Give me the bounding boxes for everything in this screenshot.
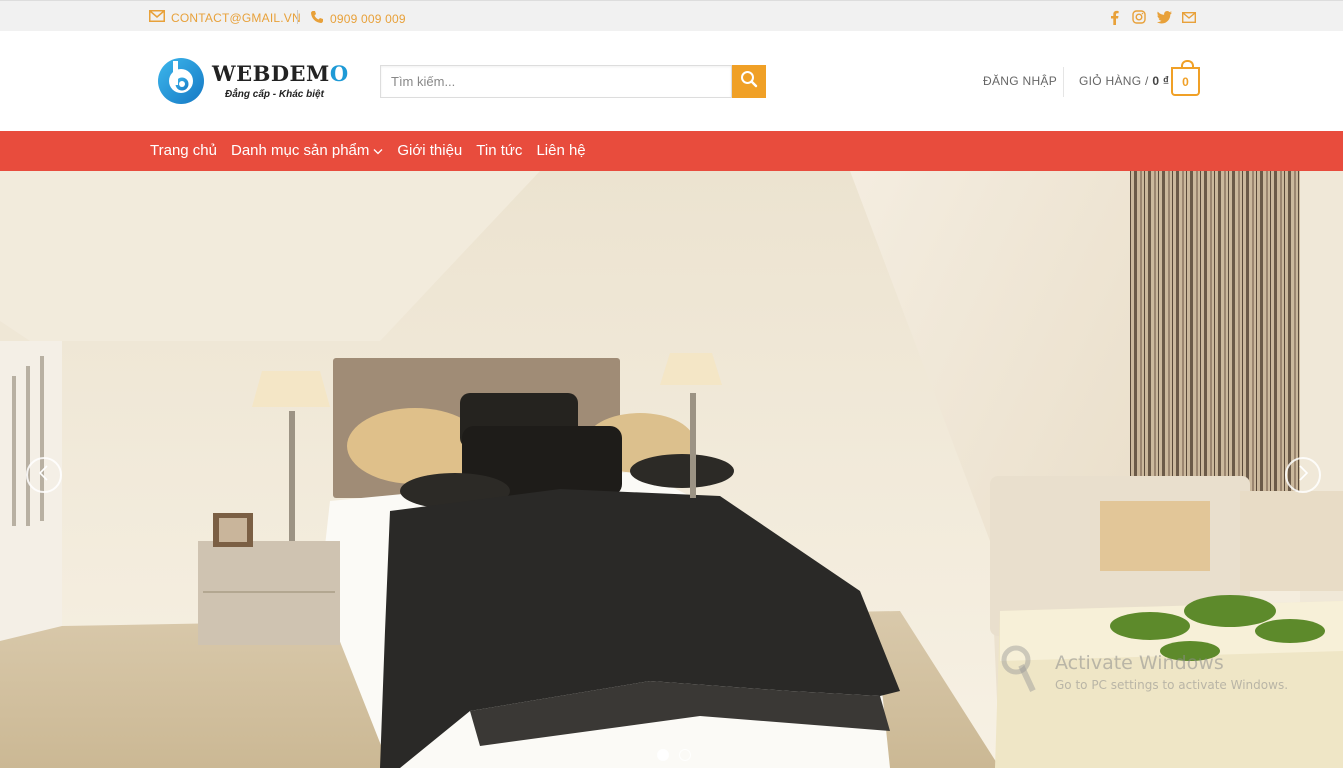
hero-slider: Activate Windows Go to PC settings to ac… xyxy=(0,171,1343,768)
main-nav: Trang chủ Danh mục sản phẩm Giới thiệu T… xyxy=(0,131,1343,171)
slider-next-button[interactable] xyxy=(1285,457,1321,493)
logo-wordmark: WEBDEMO xyxy=(212,61,349,86)
search-input[interactable] xyxy=(380,65,732,98)
social-links xyxy=(1106,9,1197,25)
chevron-right-icon xyxy=(1297,464,1309,486)
windows-activation-watermark: Activate Windows Go to PC settings to ac… xyxy=(1000,644,1330,704)
chevron-left-icon xyxy=(38,464,50,486)
watermark-subtitle: Go to PC settings to activate Windows. xyxy=(1055,678,1289,692)
top-bar: CONTACT@GMAIL.VN 0909 009 009 xyxy=(0,0,1343,31)
slider-prev-button[interactable] xyxy=(26,457,62,493)
cart-total: 0 ₫ xyxy=(1152,74,1170,88)
slider-dot-2[interactable] xyxy=(679,749,691,761)
mail-icon[interactable] xyxy=(1181,9,1197,25)
facebook-icon[interactable] xyxy=(1106,9,1122,25)
chevron-down-icon xyxy=(373,142,383,159)
phone-icon xyxy=(310,10,324,27)
nav-item-news[interactable]: Tin tức xyxy=(476,142,522,159)
search-form xyxy=(380,65,766,98)
site-header: WEBDEMO Đẳng cấp - Khác biệt ĐĂNG NHẬP G… xyxy=(0,31,1343,131)
nav-item-about[interactable]: Giới thiệu xyxy=(397,142,462,159)
nav-item-categories[interactable]: Danh mục sản phẩm xyxy=(231,142,383,159)
slider-dot-1[interactable] xyxy=(657,749,669,761)
cart-count-badge[interactable]: 0 xyxy=(1171,60,1200,96)
logo-b-icon xyxy=(156,55,206,105)
header-divider xyxy=(1063,67,1064,97)
key-icon xyxy=(1000,644,1048,699)
envelope-icon xyxy=(149,10,165,25)
instagram-icon[interactable] xyxy=(1131,9,1147,25)
nav-item-contact[interactable]: Liên hệ xyxy=(536,142,585,159)
watermark-title: Activate Windows xyxy=(1055,652,1224,674)
contact-email-text: CONTACT@GMAIL.VN xyxy=(171,10,301,25)
contact-phone[interactable]: 0909 009 009 xyxy=(310,10,406,27)
search-icon xyxy=(740,70,758,93)
nav-item-home[interactable]: Trang chủ xyxy=(150,142,217,159)
slider-dots xyxy=(657,749,691,761)
contact-email[interactable]: CONTACT@GMAIL.VN xyxy=(149,10,301,25)
site-logo[interactable]: WEBDEMO Đẳng cấp - Khác biệt xyxy=(156,55,356,111)
login-link[interactable]: ĐĂNG NHẬP xyxy=(983,74,1057,88)
search-button[interactable] xyxy=(732,65,766,98)
contact-phone-text: 0909 009 009 xyxy=(330,11,406,26)
cart-label-text: GIỎ HÀNG / xyxy=(1079,74,1149,88)
logo-tagline: Đẳng cấp - Khác biệt xyxy=(225,89,324,100)
twitter-icon[interactable] xyxy=(1156,9,1172,25)
cart-link[interactable]: GIỎ HÀNG / 0 ₫ xyxy=(1079,74,1169,88)
topbar-divider xyxy=(297,10,298,24)
